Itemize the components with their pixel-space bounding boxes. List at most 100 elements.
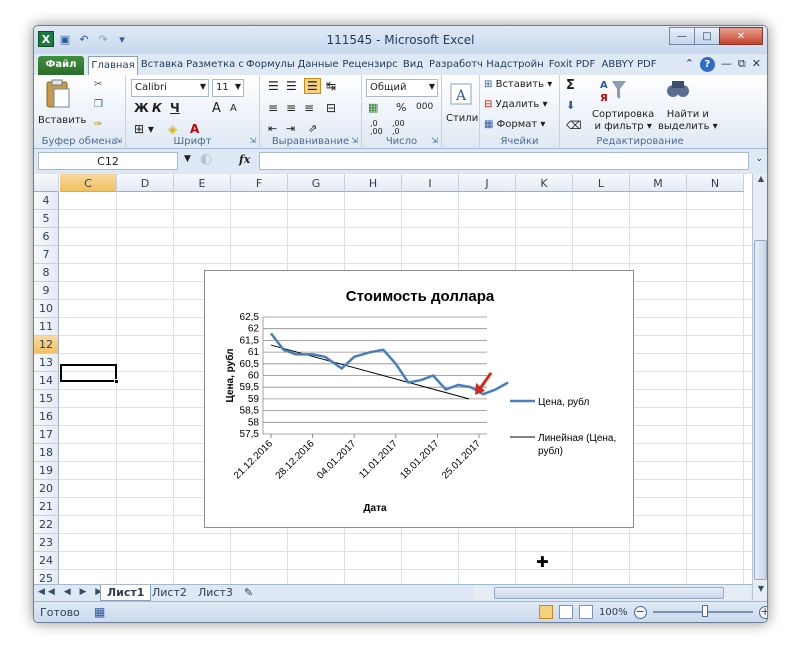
page-break-view-button[interactable] xyxy=(579,605,593,619)
column-header-J[interactable]: J xyxy=(459,174,516,192)
column-header-F[interactable]: F xyxy=(231,174,288,192)
currency-icon[interactable]: ▦ xyxy=(368,101,378,114)
row-header-9[interactable]: 9 xyxy=(34,282,59,300)
normal-view-button[interactable] xyxy=(539,605,553,619)
tab-foxit-pdf[interactable]: Foxit PDF xyxy=(546,56,598,75)
format-painter-icon[interactable]: ✑ xyxy=(94,119,102,130)
selected-cell[interactable] xyxy=(60,364,119,384)
tab-insert[interactable]: Вставка xyxy=(140,56,184,75)
tab-file[interactable]: Файл xyxy=(38,56,84,75)
shrink-font-button[interactable]: A xyxy=(230,103,237,114)
fill-icon[interactable]: ⬇ xyxy=(566,99,575,112)
insert-function-button[interactable]: fx xyxy=(239,153,250,166)
horizontal-scrollbar[interactable] xyxy=(474,586,749,600)
zoom-slider[interactable] xyxy=(652,605,753,617)
macro-record-icon[interactable]: ▦ xyxy=(94,605,105,619)
clear-icon[interactable]: ⌫ xyxy=(566,119,582,132)
italic-button[interactable]: К xyxy=(152,101,162,115)
sort-filter-button[interactable]: Сортировка и фильтр ▾ xyxy=(592,109,654,133)
sheet-tab-1[interactable]: Лист1 xyxy=(100,585,152,601)
font-size-select[interactable]: 11 ▼ xyxy=(212,79,244,97)
tab-home[interactable]: Главная xyxy=(88,56,138,75)
doc-minimize-icon[interactable]: — xyxy=(721,57,732,72)
align-bottom-icon[interactable]: ☰ xyxy=(304,78,321,94)
font-name-select[interactable]: Calibri ▼ xyxy=(131,79,209,97)
row-header-8[interactable]: 8 xyxy=(34,264,59,282)
tab-formulas[interactable]: Формулы xyxy=(246,56,294,75)
decrease-indent-icon[interactable]: ⇤ xyxy=(268,122,277,135)
doc-close-icon[interactable]: ✕ xyxy=(752,57,761,72)
paste-button[interactable]: Вставить xyxy=(38,115,86,126)
name-box[interactable]: C12 xyxy=(38,152,178,170)
row-header-16[interactable]: 16 xyxy=(34,408,59,426)
row-header-20[interactable]: 20 xyxy=(34,480,59,498)
zoom-level[interactable]: 100% xyxy=(599,607,628,618)
row-header-4[interactable]: 4 xyxy=(34,192,59,210)
sheet-tab-3[interactable]: Лист3 xyxy=(192,585,239,601)
maximize-button[interactable]: □ xyxy=(694,27,720,45)
fill-color-icon[interactable]: ◈ xyxy=(168,122,177,136)
underline-button[interactable]: Ч xyxy=(170,101,180,115)
align-left-icon[interactable]: ≡ xyxy=(268,101,278,115)
row-header-10[interactable]: 10 xyxy=(34,300,59,318)
align-right-icon[interactable]: ≡ xyxy=(304,101,314,115)
column-header-C[interactable]: C xyxy=(60,174,117,192)
tab-review[interactable]: Рецензирс xyxy=(342,56,398,75)
vertical-scroll-thumb[interactable] xyxy=(754,240,767,580)
align-top-icon[interactable]: ☰ xyxy=(268,79,279,93)
column-header-G[interactable]: G xyxy=(288,174,345,192)
column-header-I[interactable]: I xyxy=(402,174,459,192)
column-header-M[interactable]: M xyxy=(630,174,687,192)
zoom-slider-knob[interactable] xyxy=(701,605,708,617)
row-header-12[interactable]: 12 xyxy=(34,336,59,354)
find-select-icon[interactable] xyxy=(665,77,691,103)
copy-icon[interactable]: ❐ xyxy=(94,99,103,110)
page-layout-view-button[interactable] xyxy=(559,605,573,619)
column-header-D[interactable]: D xyxy=(117,174,174,192)
column-header-E[interactable]: E xyxy=(174,174,231,192)
minimize-button[interactable]: — xyxy=(669,27,695,45)
expand-formula-bar-icon[interactable]: ⌄ xyxy=(755,154,763,164)
decrease-decimal-icon[interactable]: ,00,0 xyxy=(392,120,405,136)
thousands-button[interactable]: 000 xyxy=(416,102,433,112)
align-middle-icon[interactable]: ☰ xyxy=(286,79,297,93)
increase-indent-icon[interactable]: ⇥ xyxy=(286,122,295,135)
autosum-button[interactable]: Σ xyxy=(566,78,575,93)
help-icon[interactable]: ? xyxy=(699,57,715,72)
tab-data[interactable]: Данные xyxy=(296,56,340,75)
align-center-icon[interactable]: ≡ xyxy=(286,101,296,115)
row-header-6[interactable]: 6 xyxy=(34,228,59,246)
select-all-corner[interactable] xyxy=(34,174,59,192)
cut-icon[interactable]: ✂ xyxy=(94,79,102,90)
row-header-19[interactable]: 19 xyxy=(34,462,59,480)
doc-restore-icon[interactable]: ⧉ xyxy=(738,57,746,72)
styles-button[interactable]: Стили xyxy=(446,113,478,124)
row-header-13[interactable]: 13 xyxy=(34,354,59,372)
worksheet-grid[interactable]: CDEFGHIJKLMN 4 5 6 7 8 9 10 11 12 13 14 15 16 17 18 19 2… xyxy=(34,174,752,584)
ribbon-collapse-icon[interactable]: ⌃ xyxy=(685,57,694,72)
tab-abbyy-pdf[interactable]: ABBYY PDF xyxy=(600,56,658,75)
row-header-25[interactable]: 25 xyxy=(34,570,59,584)
tab-page-layout[interactable]: Разметка с xyxy=(186,56,244,75)
row-header-21[interactable]: 21 xyxy=(34,498,59,516)
formula-input[interactable] xyxy=(259,152,749,170)
close-button[interactable]: ✕ xyxy=(719,27,763,45)
column-header-H[interactable]: H xyxy=(345,174,402,192)
name-box-dropdown-icon[interactable]: ▼ xyxy=(184,154,191,164)
increase-decimal-icon[interactable]: ,0,00 xyxy=(370,120,383,136)
tab-developer[interactable]: Разработч xyxy=(428,56,484,75)
row-header-11[interactable]: 11 xyxy=(34,318,59,336)
percent-button[interactable]: % xyxy=(396,101,406,114)
font-color-icon[interactable]: A xyxy=(190,122,199,136)
bold-button[interactable]: Ж xyxy=(134,101,149,115)
row-header-15[interactable]: 15 xyxy=(34,390,59,408)
fill-handle[interactable] xyxy=(114,379,119,384)
scroll-up-icon[interactable]: ▲ xyxy=(754,174,767,188)
column-header-L[interactable]: L xyxy=(573,174,630,192)
delete-cells-button[interactable]: ⊟ Удалить ▾ xyxy=(484,99,548,110)
find-select-button[interactable]: Найти и выделить ▾ xyxy=(658,109,718,133)
grow-font-button[interactable]: A xyxy=(212,101,221,116)
scroll-down-icon[interactable]: ▼ xyxy=(754,584,767,598)
sheet-tab-2[interactable]: Лист2 xyxy=(146,585,193,601)
row-header-17[interactable]: 17 xyxy=(34,426,59,444)
